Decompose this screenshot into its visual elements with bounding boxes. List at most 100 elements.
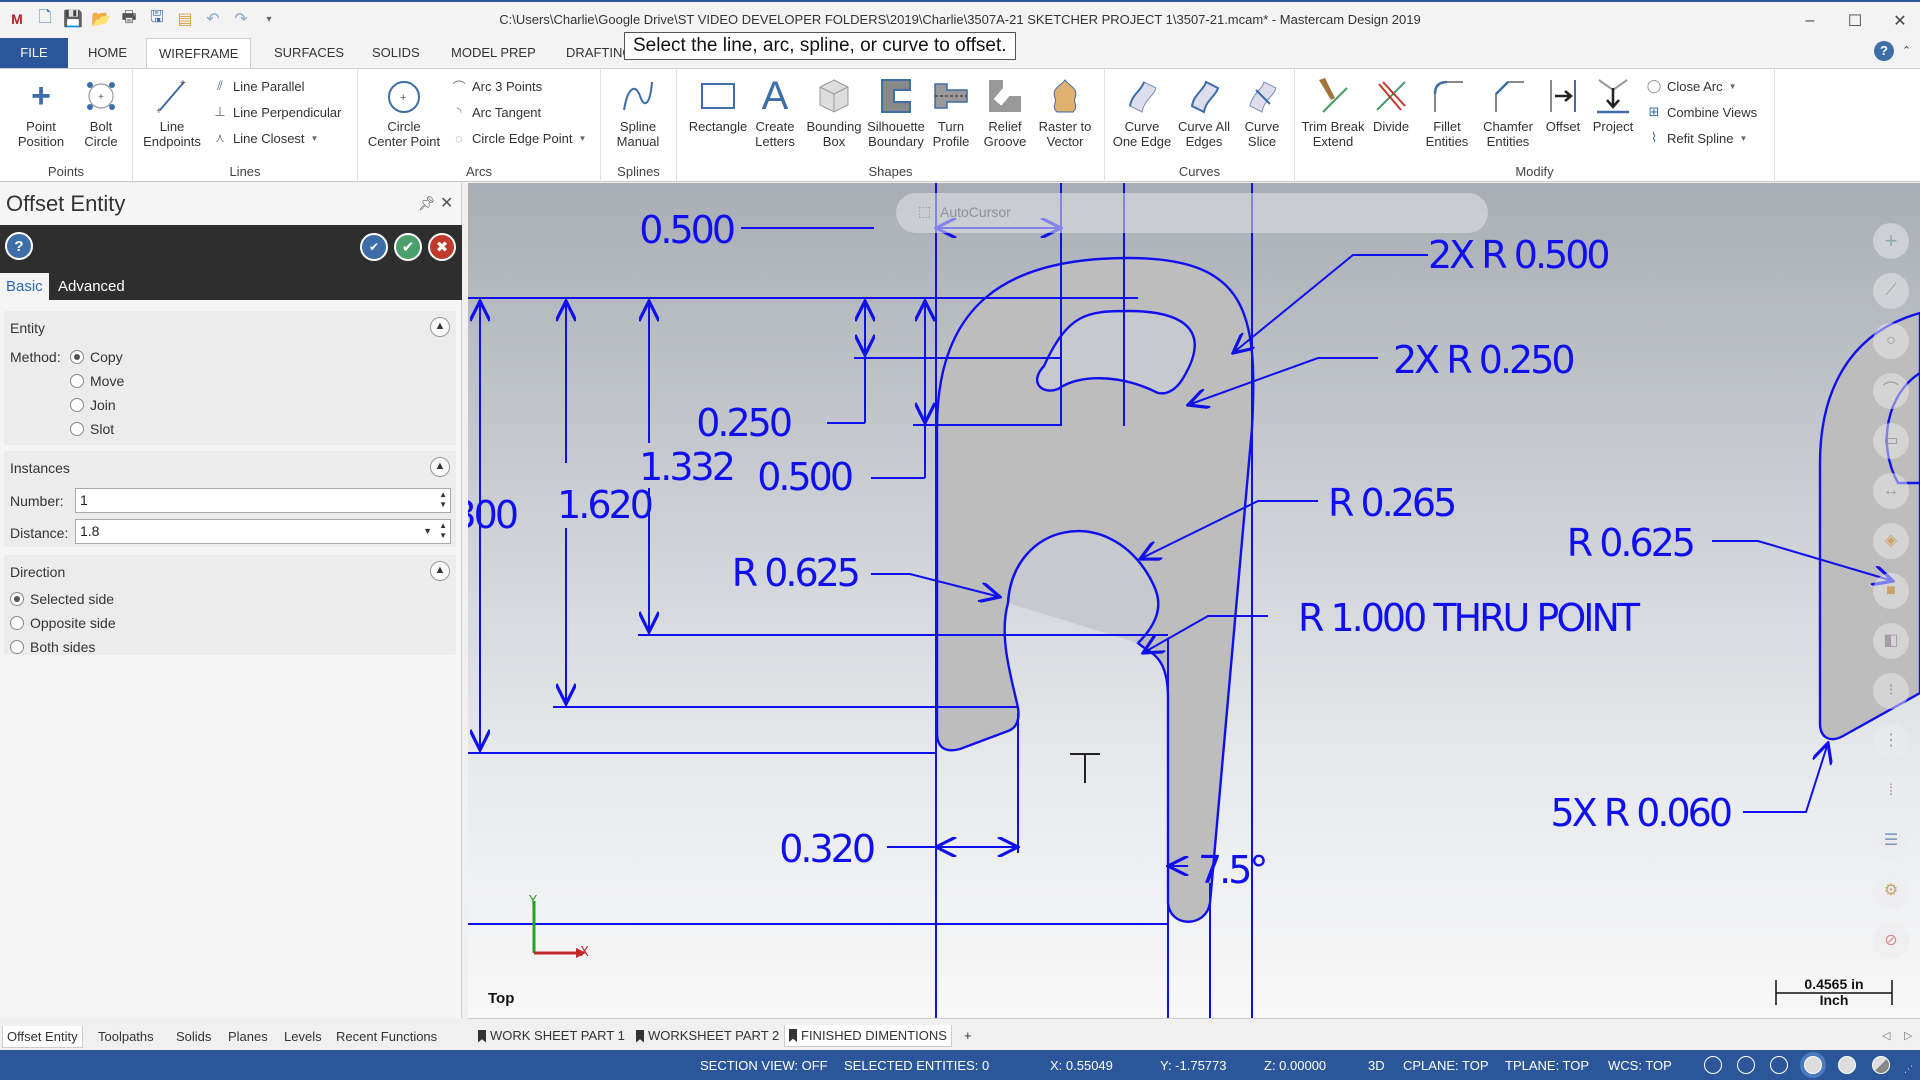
dim-1332[interactable]: 1.332 <box>639 445 736 489</box>
arc-3-points-button[interactable]: ⌒ Arc 3 Points <box>450 75 542 97</box>
autocursor-toolbar[interactable]: AutoCursor ⬚ <box>896 193 1488 233</box>
pin-icon[interactable]: 📌︎ <box>418 195 436 212</box>
z-coordinate[interactable]: Z: 0.00000 <box>1264 1058 1326 1073</box>
translucency-icon[interactable] <box>1872 1056 1890 1074</box>
direction-both-sides-radio[interactable]: Both sides <box>10 639 95 655</box>
collapse-entity-icon[interactable]: ▲ <box>430 317 450 337</box>
tab-planes[interactable]: Planes <box>224 1026 272 1048</box>
fillet-entities-button[interactable]: Fillet Entities <box>1417 73 1477 149</box>
cplane-status[interactable]: CPLANE: TOP <box>1403 1058 1489 1073</box>
dim-r1000-thru-point[interactable]: R 1.000 THRU POINT <box>1298 596 1644 640</box>
close-arc-button[interactable]: ◯ Close Arc ▼ <box>1645 75 1737 97</box>
point-position-button[interactable]: + Point Position <box>10 73 72 150</box>
refit-spline-button[interactable]: ⌇ Refit Spline ▼ <box>1645 127 1748 149</box>
scroll-left-icon[interactable]: ◁ <box>1882 1029 1890 1042</box>
tab-surfaces[interactable]: SURFACES <box>262 38 356 68</box>
relief-groove-button[interactable]: Relief Groove <box>977 73 1033 149</box>
ok-and-create-new-button[interactable]: ✔ <box>360 233 388 261</box>
tab-advanced[interactable]: Advanced <box>52 273 131 300</box>
select-all-icon[interactable]: ⁝ <box>1873 673 1909 709</box>
trim-break-extend-button[interactable]: Trim Break Extend <box>1301 73 1365 149</box>
panel-close-icon[interactable]: ✕ <box>440 193 453 213</box>
collapse-instances-icon[interactable]: ▲ <box>430 457 450 477</box>
eraser-tool-icon[interactable]: ◈ <box>1873 523 1909 559</box>
help-icon[interactable]: ? <box>1874 41 1894 61</box>
maximize-button[interactable]: ☐ <box>1835 8 1875 34</box>
direction-opposite-side-radio[interactable]: Opposite side <box>10 615 116 631</box>
method-slot-radio[interactable]: Slot <box>70 421 114 437</box>
dim-0500[interactable]: 0.500 <box>757 455 855 499</box>
fillet-tool-icon[interactable]: ⌒ <box>1873 373 1909 409</box>
bolt-circle-button[interactable]: + Bolt Circle <box>70 73 132 149</box>
raster-to-vector-button[interactable]: Raster to Vector <box>1033 73 1097 149</box>
create-letters-button[interactable]: A Create Letters <box>747 73 803 150</box>
dim-0250[interactable]: 0.250 <box>696 401 794 445</box>
rectangle-tool-icon[interactable]: ▭ <box>1873 423 1909 459</box>
chamfer-entities-button[interactable]: Chamfer Entities <box>1477 73 1539 149</box>
offset-button[interactable]: Offset <box>1537 73 1589 134</box>
tab-home[interactable]: HOME <box>76 38 139 68</box>
tab-basic[interactable]: Basic <box>0 273 49 300</box>
tplane-status[interactable]: TPLANE: TOP <box>1505 1058 1589 1073</box>
wireframe-display-icon[interactable] <box>1704 1056 1722 1074</box>
dim-300-partial[interactable]: 300 <box>468 493 520 537</box>
tab-toolpaths[interactable]: Toolpaths <box>94 1026 158 1048</box>
sheet-tab-work-sheet-part-1[interactable]: WORK SHEET PART 1 <box>474 1025 629 1047</box>
circle-tool-icon[interactable]: ○ <box>1873 323 1909 359</box>
tab-recent-functions[interactable]: Recent Functions <box>332 1026 441 1048</box>
tab-levels[interactable]: Levels <box>280 1026 326 1048</box>
graphics-viewport[interactable]: 0.500 0.250 0.500 1.332 1.620 300 R 0.62… <box>468 183 1920 1018</box>
number-spinner-icon[interactable]: ▲ ▼ <box>439 490 447 510</box>
project-button[interactable]: Project <box>1587 73 1639 134</box>
dim-r0625-right[interactable]: R 0.625 <box>1567 521 1696 565</box>
shaded-display-icon[interactable] <box>1804 1056 1822 1074</box>
method-join-radio[interactable]: Join <box>70 397 116 413</box>
tab-wireframe[interactable]: WIREFRAME <box>146 38 252 68</box>
resize-grip-icon[interactable]: ⋰ <box>1904 1064 1913 1075</box>
grid-tool-icon[interactable]: ⁞ <box>1873 773 1909 809</box>
tab-offset-entity[interactable]: Offset Entity <box>2 1026 83 1048</box>
dim-top-0500[interactable]: 0.500 <box>639 208 737 252</box>
dim-r0265[interactable]: R 0.265 <box>1328 481 1457 525</box>
dimension-tool-icon[interactable]: ↔ <box>1873 473 1909 509</box>
tab-solids[interactable]: Solids <box>172 1026 215 1048</box>
bounding-box-button[interactable]: Bounding Box <box>803 73 865 149</box>
wcs-status[interactable]: WCS: TOP <box>1608 1058 1672 1073</box>
ok-button[interactable]: ✔ <box>394 233 422 261</box>
sheet-tab-worksheet-part-2[interactable]: WORKSHEET PART 2 <box>632 1025 783 1047</box>
spline-manual-button[interactable]: Spline Manual <box>607 73 669 149</box>
line-tool-icon[interactable]: ⟋ <box>1873 273 1909 309</box>
levels-icon[interactable]: ☰ <box>1873 823 1909 859</box>
number-input[interactable]: 1 ▲ ▼ <box>75 488 451 513</box>
drawing-canvas[interactable]: 0.500 0.250 0.500 1.332 1.620 300 R 0.62… <box>468 183 1920 1018</box>
settings-gear-icon[interactable]: ⚙ <box>1873 873 1909 909</box>
sheet-tab-finished-dimentions[interactable]: FINISHED DIMENTIONS <box>784 1025 952 1047</box>
help-button[interactable]: ? <box>5 232 33 260</box>
autocursor-label[interactable]: AutoCursor <box>940 204 1011 220</box>
hidden-line-display-icon[interactable] <box>1737 1056 1755 1074</box>
dim-1620[interactable]: 1.620 <box>557 483 655 527</box>
arc-tangent-button[interactable]: ◝ Arc Tangent <box>450 101 541 123</box>
cancel-button[interactable]: ✖ <box>428 233 456 261</box>
close-button[interactable]: ✕ <box>1880 8 1920 34</box>
curve-all-edges-button[interactable]: Curve All Edges <box>1173 73 1235 149</box>
collapse-ribbon-icon[interactable]: ⌃ <box>1902 44 1911 57</box>
distance-spinner-icon[interactable]: ▲ ▼ <box>439 521 447 541</box>
scroll-right-icon[interactable]: ▷ <box>1904 1029 1912 1042</box>
combine-views-button[interactable]: ⊞ Combine Views <box>1645 101 1758 123</box>
line-perpendicular-button[interactable]: ⊥ Line Perpendicular <box>211 101 341 123</box>
method-copy-radio[interactable]: Copy <box>70 349 123 365</box>
dim-2x-r0500[interactable]: 2X R 0.500 <box>1428 233 1611 277</box>
curve-slice-button[interactable]: Curve Slice <box>1233 73 1291 149</box>
divide-button[interactable]: Divide <box>1363 73 1419 134</box>
tab-model-prep[interactable]: MODEL PREP <box>439 38 548 68</box>
tab-solids[interactable]: SOLIDS <box>360 38 432 68</box>
distance-dropdown-icon[interactable]: ▼ <box>423 520 432 543</box>
cancel-tool-icon[interactable]: ⊘ <box>1873 923 1909 959</box>
mode-3d-toggle[interactable]: 3D <box>1368 1058 1385 1073</box>
section-view-status[interactable]: SECTION VIEW: OFF <box>700 1058 828 1073</box>
align-tool-icon[interactable]: ⋮ <box>1873 723 1909 759</box>
fill-tool-icon[interactable]: ■ <box>1873 573 1909 609</box>
dim-5x-r0060[interactable]: 5X R 0.060 <box>1550 791 1733 835</box>
line-closest-button[interactable]: ⋏ Line Closest ▼ <box>211 127 318 149</box>
